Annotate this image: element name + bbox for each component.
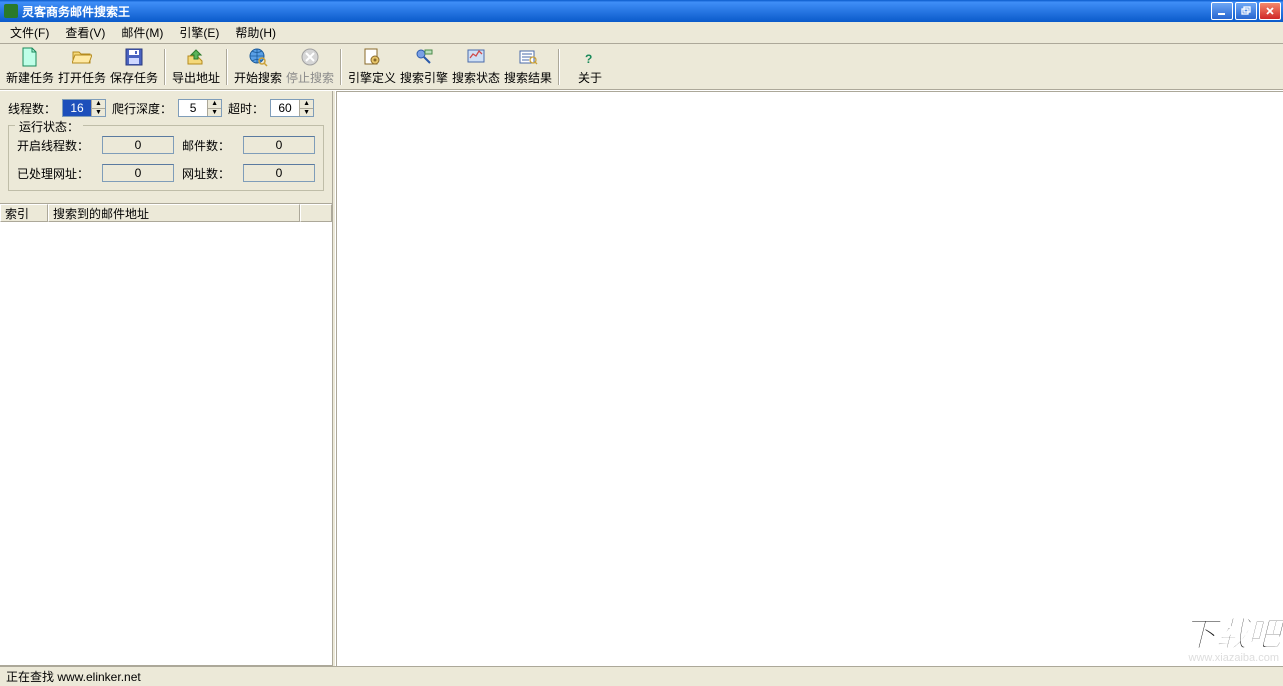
statusbar: 正在查找 www.elinker.net [0, 666, 1283, 686]
search-status-button[interactable]: 搜索状态 [450, 46, 502, 88]
toolbar-separator [226, 49, 228, 85]
titlebar: 灵客商务邮件搜索王 [0, 0, 1283, 22]
result-listview[interactable]: 索引 搜索到的邮件地址 [0, 203, 332, 666]
new-task-button[interactable]: 新建任务 [4, 46, 56, 88]
threads-spinner[interactable]: ▲▼ [62, 99, 106, 117]
content-panel [336, 91, 1283, 666]
search-result-button[interactable]: 搜索结果 [502, 46, 554, 88]
export-address-button[interactable]: 导出地址 [170, 46, 222, 88]
timeout-input[interactable] [271, 100, 299, 116]
window-buttons [1211, 2, 1281, 20]
status-icon [466, 47, 486, 67]
save-task-button[interactable]: 保存任务 [108, 46, 160, 88]
menu-engine[interactable]: 引擎(E) [173, 22, 225, 43]
menu-view[interactable]: 查看(V) [59, 22, 111, 43]
engine-def-label: 引擎定义 [348, 69, 396, 86]
listview-header: 索引 搜索到的邮件地址 [0, 204, 332, 222]
params-row: 线程数： ▲▼ 爬行深度： ▲▼ 超时： ▲▼ [0, 91, 332, 121]
spinner-buttons[interactable]: ▲▼ [207, 100, 221, 116]
about-label: 关于 [578, 69, 602, 86]
stop-search-label: 停止搜索 [286, 69, 334, 86]
col-address[interactable]: 搜索到的邮件地址 [48, 204, 300, 222]
status-legend: 运行状态： [15, 118, 83, 135]
col-spacer[interactable] [300, 204, 332, 222]
start-search-button[interactable]: 开始搜索 [232, 46, 284, 88]
status-groupbox: 运行状态： 开启线程数： 0 邮件数： 0 已处理网址： 0 网址数： 0 [8, 125, 324, 191]
search-status-label: 搜索状态 [452, 69, 500, 86]
save-icon [124, 47, 144, 67]
depth-spinner[interactable]: ▲▼ [178, 99, 222, 117]
threads-label: 线程数： [8, 100, 56, 117]
spinner-buttons[interactable]: ▲▼ [299, 100, 313, 116]
search-result-label: 搜索结果 [504, 69, 552, 86]
menu-mail[interactable]: 邮件(M) [115, 22, 169, 43]
open-task-label: 打开任务 [58, 69, 106, 86]
open-threads-value: 0 [102, 136, 174, 154]
toolbar: 新建任务 打开任务 保存任务 导出地址 开始搜索 停止搜索 引擎定义 搜索引擎 … [0, 44, 1283, 90]
export-address-label: 导出地址 [172, 69, 220, 86]
restore-button[interactable] [1235, 2, 1257, 20]
mail-count-label: 邮件数： [182, 137, 235, 154]
stop-search-button[interactable]: 停止搜索 [284, 46, 336, 88]
search-engine-button[interactable]: 搜索引擎 [398, 46, 450, 88]
threads-input[interactable] [63, 100, 91, 116]
toolbar-separator [164, 49, 166, 85]
help-icon: ? [580, 47, 600, 67]
status-text: 正在查找 www.elinker.net [6, 668, 141, 685]
open-threads-label: 开启线程数： [17, 137, 94, 154]
globe-search-icon [248, 47, 268, 67]
toolbar-separator [340, 49, 342, 85]
new-file-icon [20, 47, 40, 67]
engine-def-button[interactable]: 引擎定义 [346, 46, 398, 88]
engine-icon [414, 47, 434, 67]
main-area: 线程数： ▲▼ 爬行深度： ▲▼ 超时： ▲▼ 运行状态： 开启线程数： 0 邮… [0, 90, 1283, 666]
app-icon [4, 4, 18, 18]
start-search-label: 开始搜索 [234, 69, 282, 86]
menu-file[interactable]: 文件(F) [4, 22, 55, 43]
result-icon [518, 47, 538, 67]
svg-text:?: ? [585, 52, 592, 66]
search-engine-label: 搜索引擎 [400, 69, 448, 86]
new-task-label: 新建任务 [6, 69, 54, 86]
export-icon [186, 47, 206, 67]
depth-label: 爬行深度： [112, 100, 172, 117]
processed-url-value: 0 [102, 164, 174, 182]
url-count-label: 网址数： [182, 165, 235, 182]
about-button[interactable]: ? 关于 [564, 46, 616, 88]
processed-url-label: 已处理网址： [17, 165, 94, 182]
stop-icon [300, 47, 320, 67]
window-title: 灵客商务邮件搜索王 [22, 3, 1211, 20]
depth-input[interactable] [179, 100, 207, 116]
minimize-button[interactable] [1211, 2, 1233, 20]
close-button[interactable] [1259, 2, 1281, 20]
open-folder-icon [72, 47, 92, 67]
toolbar-separator [558, 49, 560, 85]
url-count-value: 0 [243, 164, 315, 182]
open-task-button[interactable]: 打开任务 [56, 46, 108, 88]
spinner-buttons[interactable]: ▲▼ [91, 100, 105, 116]
col-index[interactable]: 索引 [0, 204, 48, 222]
timeout-spinner[interactable]: ▲▼ [270, 99, 314, 117]
menubar: 文件(F) 查看(V) 邮件(M) 引擎(E) 帮助(H) [0, 22, 1283, 44]
left-panel: 线程数： ▲▼ 爬行深度： ▲▼ 超时： ▲▼ 运行状态： 开启线程数： 0 邮… [0, 91, 332, 666]
gear-doc-icon [362, 47, 382, 67]
menu-help[interactable]: 帮助(H) [229, 22, 282, 43]
save-task-label: 保存任务 [110, 69, 158, 86]
mail-count-value: 0 [243, 136, 315, 154]
timeout-label: 超时： [228, 100, 264, 117]
